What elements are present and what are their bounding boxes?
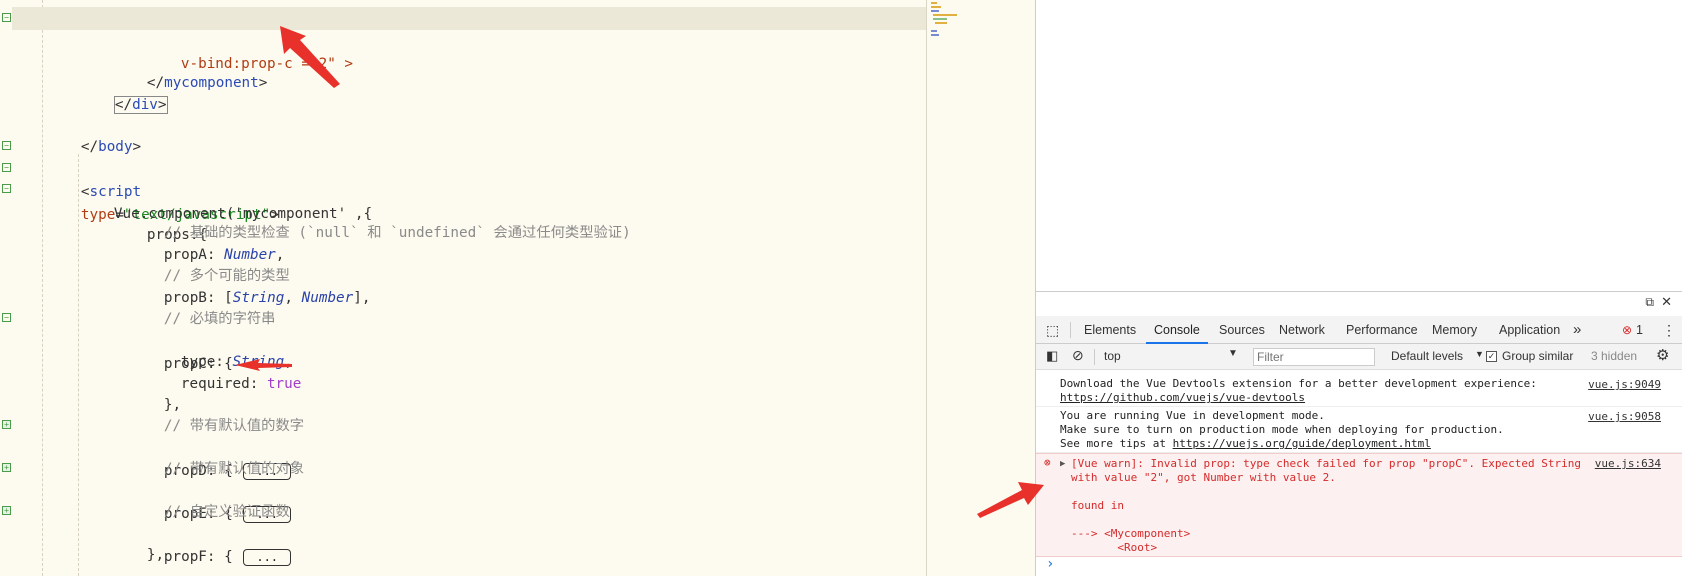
annotation-arrows bbox=[235, 26, 1044, 518]
annotation-arrow bbox=[235, 359, 292, 371]
annotation-arrow bbox=[280, 26, 340, 88]
annotation-arrow bbox=[977, 482, 1044, 518]
screen: − v-bind:prop-c ="2" > </mycomponent> </… bbox=[0, 0, 1682, 576]
